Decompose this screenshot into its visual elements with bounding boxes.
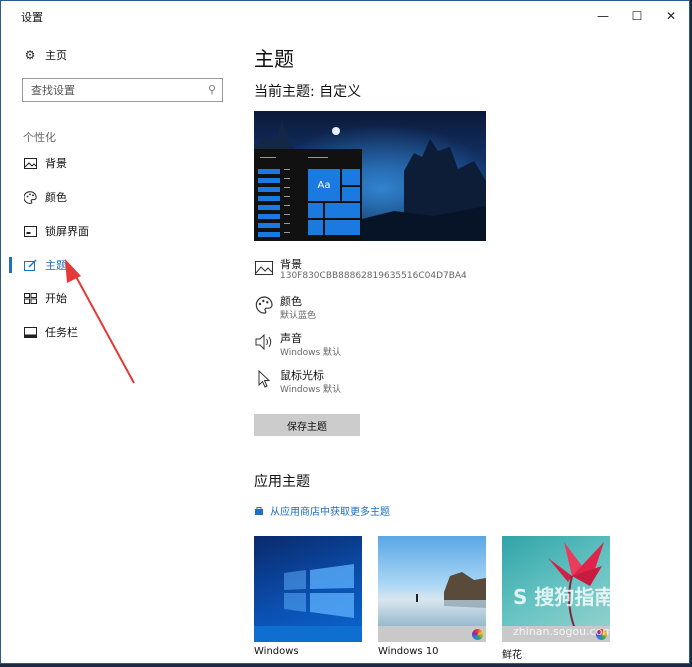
settings-window: 设置 — ☐ ✕ ⚙ 主页 查找设置 ⚲ 个性化 背景 颜色 锁屏界面 主题 开… [0,0,690,664]
watermark-brand: S 搜狗指南 [513,585,615,609]
watermark-url: zhinan.sogou.com [513,625,614,638]
annotation-arrow [65,259,135,384]
